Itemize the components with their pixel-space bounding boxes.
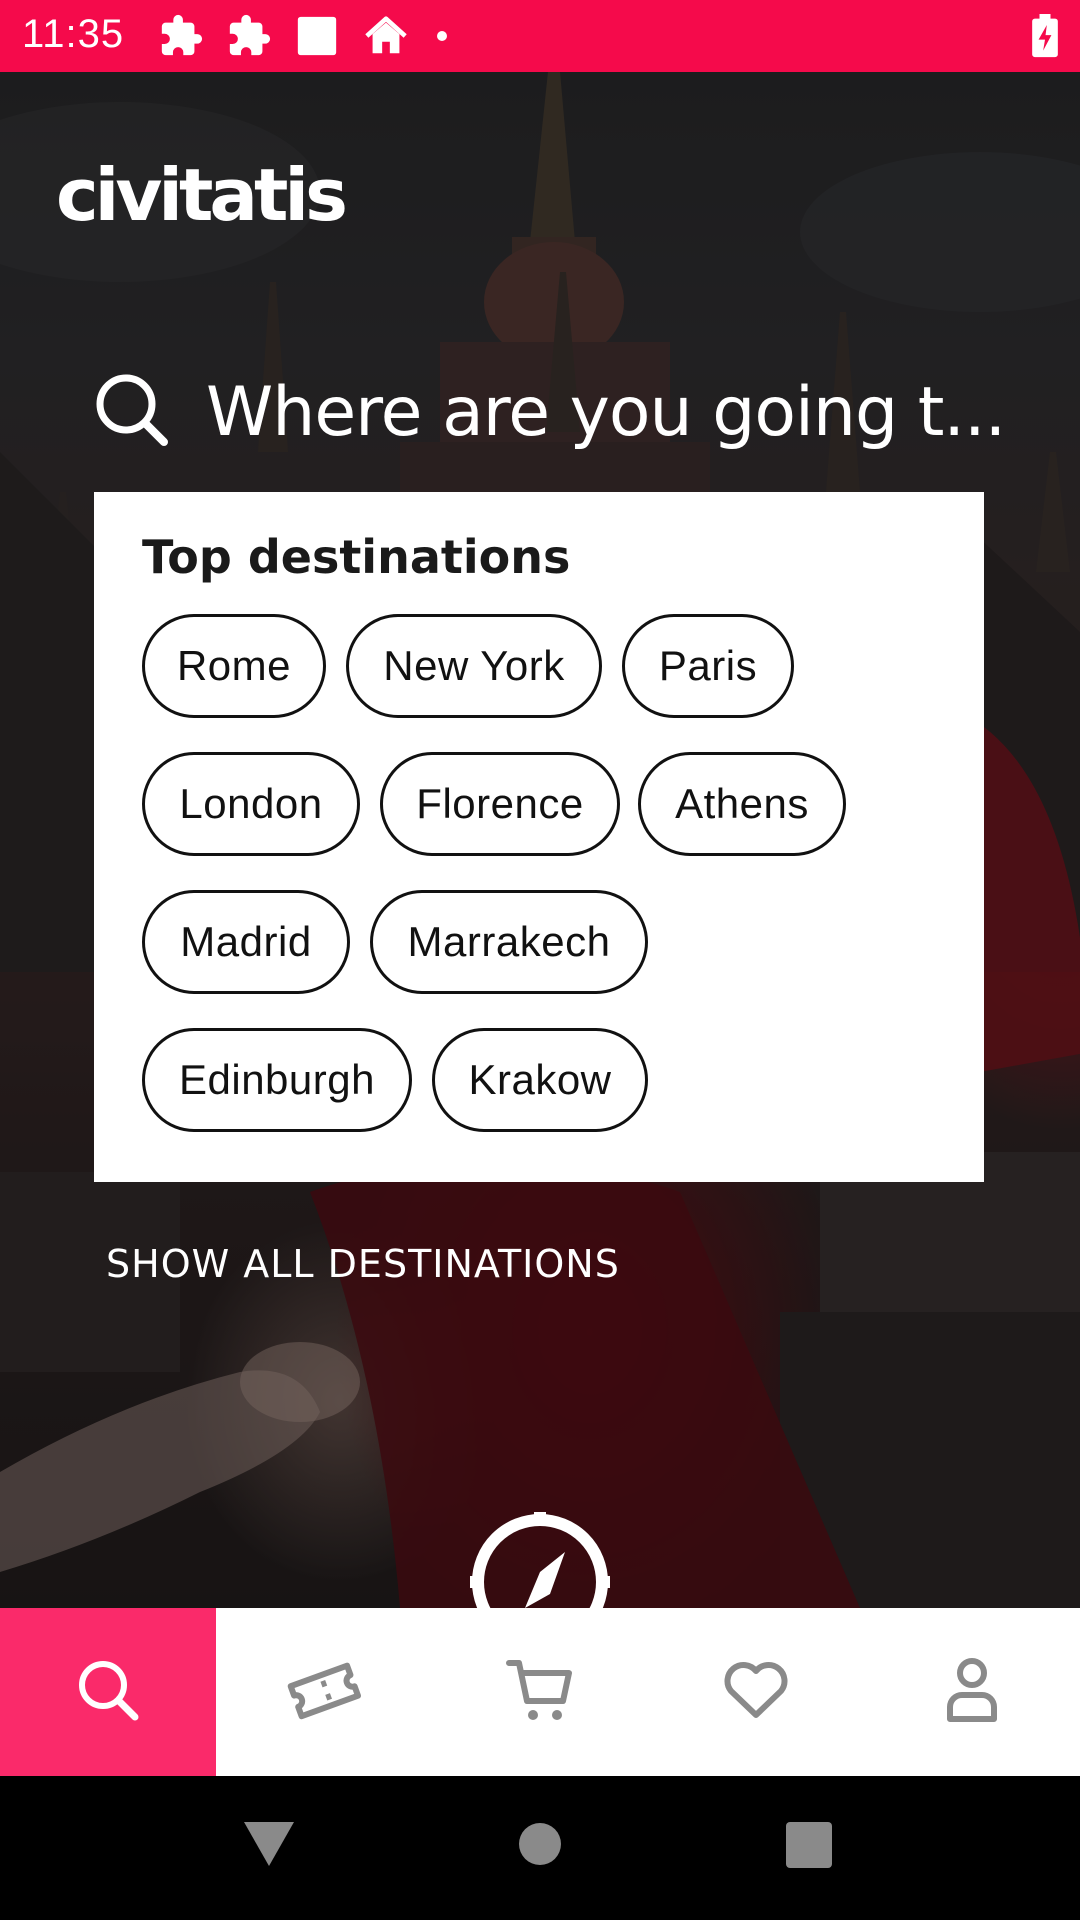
search-input[interactable]: Where are you going t... bbox=[206, 373, 1006, 452]
compass-icon[interactable] bbox=[470, 1512, 610, 1608]
destination-chip-athens[interactable]: Athens bbox=[638, 752, 846, 856]
civitatis-logo: civitatis bbox=[56, 153, 356, 245]
battery-charging-icon bbox=[1030, 14, 1060, 63]
destination-chip-rome[interactable]: Rome bbox=[142, 614, 326, 718]
dot-icon bbox=[432, 26, 452, 46]
hero-background: civitatis Where are you going t... Top d… bbox=[0, 72, 1080, 1608]
destination-chip-london[interactable]: London bbox=[142, 752, 360, 856]
status-time: 11:35 bbox=[22, 12, 125, 56]
ticket-icon bbox=[286, 1657, 362, 1728]
back-icon[interactable] bbox=[244, 1822, 294, 1873]
bottom-nav bbox=[0, 1608, 1080, 1776]
status-icons bbox=[158, 14, 452, 58]
recents-icon[interactable] bbox=[786, 1822, 832, 1873]
heart-icon bbox=[721, 1659, 791, 1726]
top-destinations-title: Top destinations bbox=[142, 530, 571, 584]
home-icon bbox=[362, 13, 410, 59]
logo-text: civitatis bbox=[56, 160, 345, 237]
nav-search-tab[interactable] bbox=[0, 1608, 216, 1776]
destination-chip-florence[interactable]: Florence bbox=[380, 752, 620, 856]
status-bar: 11:35 bbox=[0, 0, 1080, 72]
show-all-destinations-link[interactable]: SHOW ALL DESTINATIONS bbox=[106, 1242, 620, 1286]
search-icon bbox=[94, 372, 170, 453]
square-icon bbox=[294, 13, 340, 59]
cart-icon bbox=[505, 1655, 575, 1730]
user-icon bbox=[944, 1655, 1000, 1730]
home-circle-icon[interactable] bbox=[518, 1822, 562, 1871]
screen: 11:35 civitatis Where are you going t...… bbox=[0, 0, 1080, 1920]
destination-chip-madrid[interactable]: Madrid bbox=[142, 890, 350, 994]
destination-chip-marrakech[interactable]: Marrakech bbox=[370, 890, 648, 994]
system-nav-bar bbox=[0, 1776, 1080, 1920]
nav-cart-tab[interactable] bbox=[432, 1608, 648, 1776]
destination-chip-edinburgh[interactable]: Edinburgh bbox=[142, 1028, 412, 1132]
search-icon bbox=[75, 1657, 141, 1728]
top-destinations-panel: Top destinations Rome New York Paris Lon… bbox=[94, 492, 984, 1182]
destination-chip-krakow[interactable]: Krakow bbox=[432, 1028, 648, 1132]
puzzle-icon bbox=[158, 13, 204, 59]
nav-profile-tab[interactable] bbox=[864, 1608, 1080, 1776]
search-bar[interactable]: Where are you going t... bbox=[94, 362, 1006, 462]
nav-favorites-tab[interactable] bbox=[648, 1608, 864, 1776]
destination-chip-paris[interactable]: Paris bbox=[622, 614, 794, 718]
puzzle-icon bbox=[226, 13, 272, 59]
nav-tickets-tab[interactable] bbox=[216, 1608, 432, 1776]
destination-chip-new-york[interactable]: New York bbox=[346, 614, 602, 718]
